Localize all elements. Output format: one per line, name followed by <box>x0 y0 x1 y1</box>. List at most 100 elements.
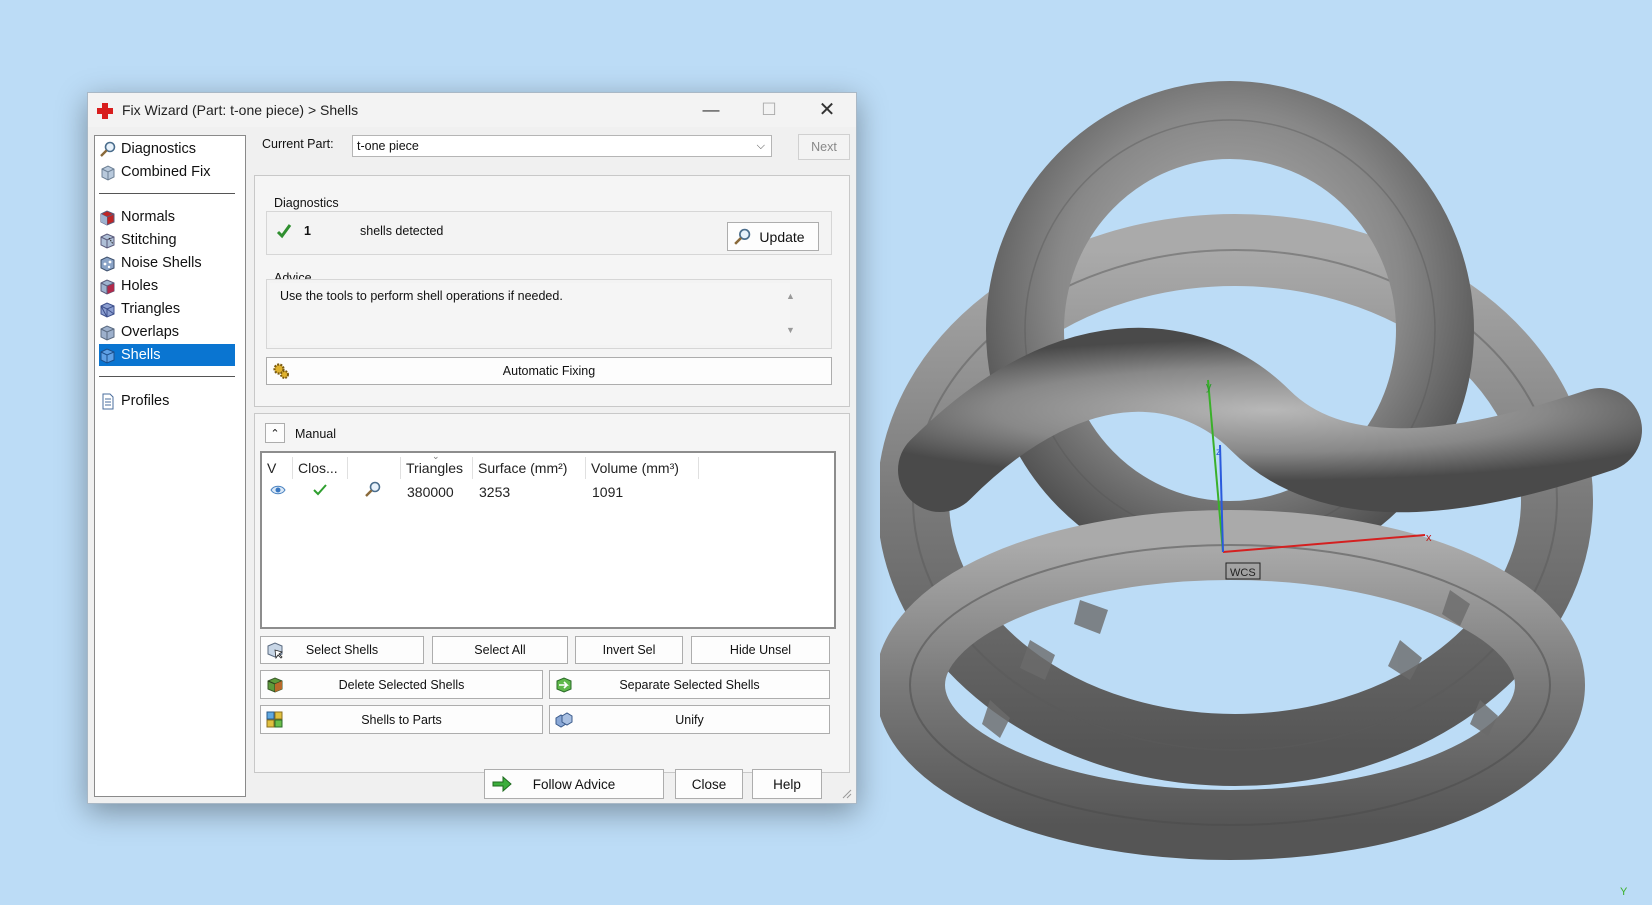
nav-item-diagnostics[interactable]: Diagnostics <box>99 138 235 160</box>
col-surface[interactable]: Surface (mm²) <box>473 457 586 479</box>
nav-item-triangles[interactable]: Triangles <box>99 298 235 320</box>
nav-label: Diagnostics <box>121 141 196 157</box>
select-shells-button[interactable]: Select Shells <box>260 636 424 664</box>
holes-cube-icon <box>100 278 115 295</box>
shells-table[interactable]: V Clos... Triangles Surface (mm²) Volume… <box>260 451 836 629</box>
nav-item-noise-shells[interactable]: Noise Shells <box>99 252 235 274</box>
col-visible[interactable]: V <box>262 457 293 479</box>
title-bar[interactable]: Fix Wizard (Part: t-one piece) > Shells … <box>88 93 856 127</box>
magnifier-icon <box>100 141 116 157</box>
nav-label: Shells <box>121 347 161 363</box>
sort-indicator-icon: ⌄ <box>432 451 440 461</box>
delete-selected-shells-button[interactable]: Delete Selected Shells <box>260 670 543 699</box>
resize-grip-icon[interactable] <box>840 787 852 799</box>
automatic-fixing-button[interactable]: Automatic Fixing <box>266 357 832 385</box>
select-all-button[interactable]: Select All <box>432 636 568 664</box>
y-axis-label: y <box>1206 381 1212 393</box>
unify-cube-icon <box>555 711 573 728</box>
fix-wizard-dialog: Fix Wizard (Part: t-one piece) > Shells … <box>87 92 857 804</box>
update-label: Update <box>759 228 805 245</box>
col-inspect[interactable] <box>348 457 401 479</box>
nav-item-overlaps[interactable]: Overlaps <box>99 321 235 343</box>
delete-selected-shells-label: Delete Selected Shells <box>338 677 465 692</box>
z-axis-label: z <box>1216 447 1221 458</box>
checkmark-icon <box>276 224 292 239</box>
hide-unsel-button[interactable]: Hide Unsel <box>691 636 830 664</box>
col-closed[interactable]: Clos... <box>293 457 348 479</box>
delete-shell-icon <box>267 676 283 693</box>
nav-divider <box>99 193 235 194</box>
nav-label: Noise Shells <box>121 255 202 271</box>
stitching-cube-icon <box>100 232 115 249</box>
help-button[interactable]: Help <box>752 769 822 799</box>
nav-item-holes[interactable]: Holes <box>99 275 235 297</box>
magnifier-icon[interactable] <box>364 481 381 498</box>
current-part-select[interactable]: t-one piece ⌵ <box>352 135 772 157</box>
automatic-fixing-label: Automatic Fixing <box>502 364 596 378</box>
x-axis-label: x <box>1426 532 1432 544</box>
red-cross-icon <box>97 103 113 119</box>
eye-icon[interactable] <box>270 483 286 497</box>
minimize-button[interactable]: — <box>682 93 740 127</box>
nav-item-normals[interactable]: Normals <box>99 206 235 228</box>
close-button[interactable]: Close <box>675 769 743 799</box>
nav-label: Holes <box>121 278 159 294</box>
invert-sel-button[interactable]: Invert Sel <box>575 636 683 664</box>
select-cube-icon <box>267 642 283 659</box>
update-button[interactable]: Update <box>727 222 819 251</box>
follow-advice-label: Follow Advice <box>532 776 616 792</box>
cell-surface: 3253 <box>479 484 511 500</box>
close-window-button[interactable]: ✕ <box>798 93 856 127</box>
cell-triangles: 380000 <box>407 484 454 500</box>
nav-item-shells[interactable]: Shells <box>99 344 235 366</box>
triangles-cube-icon <box>100 301 115 318</box>
green-arrow-icon <box>492 775 512 793</box>
nav-label: Normals <box>121 209 175 225</box>
chevron-up-icon: ⌃ <box>270 427 280 440</box>
checkmark-icon <box>313 484 327 496</box>
overlaps-cube-icon <box>100 324 115 341</box>
wizard-nav: Diagnostics Combined Fix Normals Stitchi… <box>94 135 246 797</box>
chevron-down-icon: ⌵ <box>756 140 765 152</box>
diagnostics-message: shells detected <box>360 224 444 238</box>
wcs-label: WCS <box>1230 567 1256 579</box>
advice-text: Use the tools to perform shell operation… <box>270 283 790 345</box>
window-title: Fix Wizard (Part: t-one piece) > Shells <box>122 102 359 118</box>
select-shells-label: Select Shells <box>305 643 379 657</box>
unify-label: Unify <box>675 712 704 727</box>
nav-label: Profiles <box>121 393 170 409</box>
shells-to-parts-button[interactable]: Shells to Parts <box>260 705 543 734</box>
current-part-value: t-one piece <box>357 139 419 153</box>
cell-volume: 1091 <box>592 484 624 500</box>
separate-selected-shells-button[interactable]: Separate Selected Shells <box>549 670 830 699</box>
nav-item-profiles[interactable]: Profiles <box>99 390 235 412</box>
separate-selected-shells-label: Separate Selected Shells <box>619 677 760 692</box>
current-part-label: Current Part: <box>262 137 334 151</box>
collapse-manual-button[interactable]: ⌃ <box>265 423 285 443</box>
next-button[interactable]: Next <box>798 134 850 160</box>
maximize-button[interactable]: ☐ <box>740 93 798 127</box>
shell-count: 1 <box>304 224 311 238</box>
nav-label: Triangles <box>121 301 181 317</box>
corner-axis-label: Y <box>1620 886 1628 898</box>
nav-label: Stitching <box>121 232 177 248</box>
col-volume[interactable]: Volume (mm³) <box>586 457 699 479</box>
document-icon <box>102 393 114 409</box>
scroll-down-arrow-icon[interactable]: ▼ <box>786 325 795 335</box>
scroll-up-arrow-icon[interactable]: ▲ <box>786 291 795 301</box>
gears-icon <box>273 363 289 379</box>
unify-button[interactable]: Unify <box>549 705 830 734</box>
normals-cube-icon <box>100 209 115 226</box>
magnifier-icon <box>734 228 751 245</box>
cube-stack-icon <box>101 164 115 181</box>
nav-item-stitching[interactable]: Stitching <box>99 229 235 251</box>
diagnostics-heading: Diagnostics <box>274 196 339 210</box>
follow-advice-button[interactable]: Follow Advice <box>484 769 664 799</box>
nav-item-combined-fix[interactable]: Combined Fix <box>99 161 235 183</box>
shells-to-parts-icon <box>266 711 283 727</box>
nav-divider <box>99 376 235 377</box>
nav-label: Overlaps <box>121 324 180 340</box>
manual-heading: Manual <box>295 427 336 441</box>
knot-model[interactable] <box>880 81 1642 860</box>
3d-viewport[interactable]: x y z WCS Y <box>880 0 1652 905</box>
